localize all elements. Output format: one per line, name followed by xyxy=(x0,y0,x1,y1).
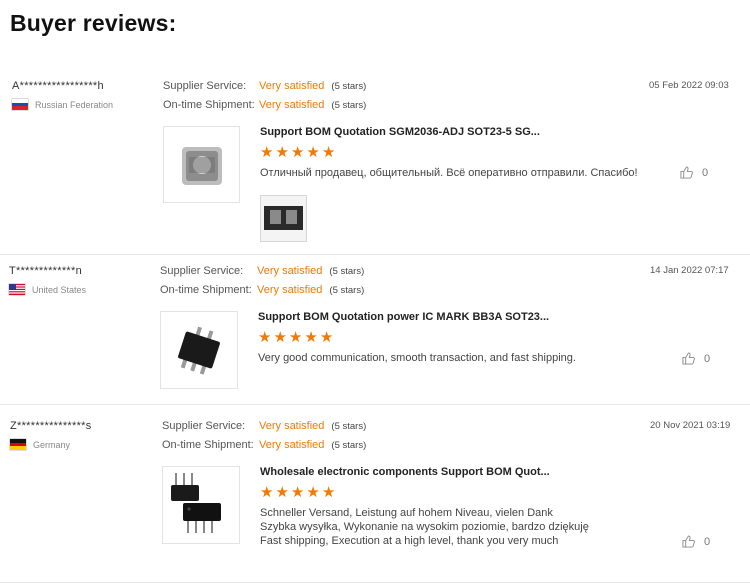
supplier-service-label: Supplier Service: xyxy=(162,420,246,432)
divider xyxy=(0,582,750,583)
review-photo[interactable] xyxy=(260,195,307,242)
shipment-label: On-time Shipment: xyxy=(163,99,255,111)
divider xyxy=(0,404,750,405)
review-text: Отличный продавец, общительный. Всё опер… xyxy=(260,166,638,180)
supplier-service-label: Supplier Service: xyxy=(160,265,244,277)
star-icon: ★ xyxy=(273,329,287,346)
star-icon: ★ xyxy=(260,144,274,161)
page-title: Buyer reviews: xyxy=(10,10,177,36)
star-rating: ★ ★ ★ ★ ★ xyxy=(260,145,335,160)
review-text: Schneller Versand, Leistung auf hohem Ni… xyxy=(260,506,589,548)
review-photo-image xyxy=(261,196,306,241)
product-thumbnail[interactable] xyxy=(162,466,240,544)
usa-flag-icon xyxy=(9,284,25,295)
reviewer-country: United States xyxy=(9,284,86,295)
shipment-row: On-time Shipment: Very satisfied (5 star… xyxy=(160,284,364,296)
reviewer-name: Z***************s xyxy=(10,420,92,432)
supplier-service-row: Supplier Service: Very satisfied (5 star… xyxy=(162,420,366,432)
divider xyxy=(0,254,750,255)
reviewer-country: Russian Federation xyxy=(12,99,113,110)
reviewer-country: Germany xyxy=(10,439,70,450)
thumbs-up-icon xyxy=(682,535,695,548)
supplier-service-stars: (5 stars) xyxy=(331,80,367,92)
germany-flag-icon xyxy=(10,439,26,450)
shipment-stars: (5 stars) xyxy=(331,99,367,111)
supplier-service-value: Very satisfied xyxy=(257,265,323,277)
product-image xyxy=(178,326,220,375)
review-date: 20 Nov 2021 03:19 xyxy=(650,420,731,431)
thumbs-up-icon xyxy=(682,352,695,365)
product-title[interactable]: Wholesale electronic components Support … xyxy=(260,466,550,478)
russia-flag-icon xyxy=(12,99,28,110)
star-icon: ★ xyxy=(290,144,305,161)
review-text: Very good communication, smooth transact… xyxy=(258,351,576,365)
shipment-row: On-time Shipment: Very satisfied (5 star… xyxy=(163,99,366,111)
shipment-value: Very satisfied xyxy=(259,439,325,451)
supplier-service-value: Very satisfied xyxy=(259,420,325,432)
like-button[interactable]: 0 xyxy=(682,352,710,365)
country-name: United States xyxy=(32,284,87,295)
star-icon: ★ xyxy=(306,144,320,161)
star-icon: ★ xyxy=(275,144,289,161)
country-name: Russian Federation xyxy=(35,99,114,110)
star-icon: ★ xyxy=(306,484,320,501)
star-icon: ★ xyxy=(319,329,334,346)
review-text-line: Fast shipping, Execution at a high level… xyxy=(260,535,559,547)
star-icon: ★ xyxy=(290,484,305,501)
shipment-value: Very satisfied xyxy=(257,284,323,296)
product-image xyxy=(182,147,222,185)
review-text-line: Отличный продавец, общительный. Всё опер… xyxy=(260,167,638,179)
product-title[interactable]: Support BOM Quotation power IC MARK BB3A… xyxy=(258,311,549,323)
supplier-service-row: Supplier Service: Very satisfied (5 star… xyxy=(160,265,364,277)
shipment-label: On-time Shipment: xyxy=(160,284,252,296)
shipment-stars: (5 stars) xyxy=(329,284,365,296)
like-button[interactable]: 0 xyxy=(682,535,710,548)
star-rating: ★ ★ ★ ★ ★ xyxy=(260,485,335,500)
star-icon: ★ xyxy=(304,329,318,346)
product-title[interactable]: Support BOM Quotation SGM2036-ADJ SOT23-… xyxy=(260,126,540,138)
supplier-service-label: Supplier Service: xyxy=(163,80,247,92)
product-image xyxy=(171,473,221,533)
star-rating: ★ ★ ★ ★ ★ xyxy=(258,330,333,345)
product-thumbnail[interactable] xyxy=(160,311,238,389)
star-icon: ★ xyxy=(288,329,303,346)
shipment-label: On-time Shipment: xyxy=(162,439,254,451)
star-icon: ★ xyxy=(260,484,274,501)
supplier-service-value: Very satisfied xyxy=(259,80,325,92)
country-name: Germany xyxy=(33,439,71,450)
like-count: 0 xyxy=(704,535,711,548)
supplier-service-stars: (5 stars) xyxy=(329,265,365,277)
star-icon: ★ xyxy=(258,329,272,346)
reviewer-name: A*****************h xyxy=(12,80,104,92)
star-icon: ★ xyxy=(321,484,336,501)
review-text-line: Szybka wysyłka, Wykonanie na wysokim poz… xyxy=(260,521,589,533)
supplier-service-row: Supplier Service: Very satisfied (5 star… xyxy=(163,80,366,92)
like-count: 0 xyxy=(704,352,711,365)
review-date: 14 Jan 2022 07:17 xyxy=(650,265,729,276)
review-text-line: Schneller Versand, Leistung auf hohem Ni… xyxy=(260,507,553,519)
like-button[interactable]: 0 xyxy=(680,166,708,179)
shipment-value: Very satisfied xyxy=(259,99,325,111)
review-date: 05 Feb 2022 09:03 xyxy=(649,80,729,91)
supplier-service-stars: (5 stars) xyxy=(331,420,367,432)
product-thumbnail[interactable] xyxy=(163,126,240,203)
reviewer-name: T*************n xyxy=(9,265,82,277)
shipment-stars: (5 stars) xyxy=(331,439,367,451)
like-count: 0 xyxy=(702,166,709,179)
review-text-line: Very good communication, smooth transact… xyxy=(258,352,576,364)
thumbs-up-icon xyxy=(680,166,693,179)
star-icon: ★ xyxy=(275,484,289,501)
shipment-row: On-time Shipment: Very satisfied (5 star… xyxy=(162,439,366,451)
star-icon: ★ xyxy=(321,144,336,161)
